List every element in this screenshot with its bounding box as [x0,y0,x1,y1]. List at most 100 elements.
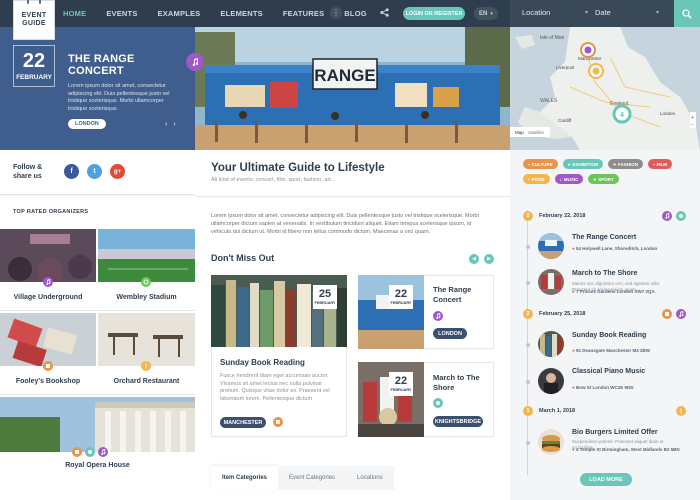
organizer-name[interactable]: Orchard Restaurant [98,378,195,385]
organizer-name[interactable]: Fooley's Bookshop [0,378,96,385]
section-divider [195,196,510,197]
food-category-icon[interactable] [676,406,686,416]
event-location-button[interactable]: LONDON [433,328,467,339]
tab-item-categories[interactable]: Item Categories [211,466,279,490]
music-category-icon[interactable] [676,309,686,319]
organizer-photo[interactable] [0,397,195,452]
organizer-name[interactable]: Wembley Stadium [98,294,195,301]
featured-location-button[interactable]: MANCHESTER [220,417,266,428]
google-plus-button[interactable]: g+ [110,164,125,179]
music-category-icon[interactable] [43,277,53,287]
date-select[interactable]: Date ▾ [595,8,659,17]
language-value: EN [479,10,488,17]
timeline-date: February 25, 2018 [539,311,586,317]
location-text: Bow St London WC2E 9DD [575,385,634,390]
twitter-button[interactable]: t [87,164,102,179]
filter-exhibition[interactable]: ● EXHIBITION [562,159,604,169]
exhibition-category-icon[interactable] [676,211,686,221]
event-day: 22 [394,375,408,387]
organizers-heading: TOP RATED ORGANIZERS [13,209,89,215]
organizer-name[interactable]: Village Underground [0,294,96,301]
organizer-photo[interactable] [98,229,195,282]
music-category-icon[interactable] [98,447,108,457]
chevron-down-icon: ▾ [655,10,659,16]
event-card-title[interactable]: March to The Shore [433,373,488,393]
event-thumbnail[interactable] [538,331,564,357]
tab-event-categories[interactable]: Event Categories [278,466,347,490]
music-category-icon[interactable] [662,211,672,221]
music-category-icon[interactable] [433,311,443,321]
nav-elements[interactable]: ELEMENTS [220,9,262,18]
event-card-title[interactable]: The Range Concert [433,285,488,305]
tab-locations[interactable]: Locations [346,466,394,490]
timeline-event-title[interactable]: Classical Piano Music [572,368,645,375]
chevron-right-icon[interactable]: › [173,121,181,128]
map-cluster-count[interactable]: 4 [620,112,624,119]
page-subtitle: All kind of events: concert, film, sport… [211,177,334,183]
event-thumbnail[interactable] [538,368,564,394]
load-more-button[interactable]: LOAD MORE [580,473,632,486]
filter-fashion[interactable]: ♥ FASHION [608,159,643,169]
events-map[interactable]: Isle of Man Manchester Liverpool WALES E… [510,27,700,150]
filter-film[interactable]: ▪ FILM [647,159,673,169]
organizer-photo[interactable] [0,229,96,282]
logo-line-2: GUIDE [22,20,46,27]
event-guide-logo[interactable]: EVENT GUIDE [13,0,55,40]
featured-month: FEBRUARY [314,301,336,305]
filter-culture[interactable]: ▪ CULTURE [523,159,558,169]
facebook-button[interactable]: f [64,164,79,179]
map-label: Liverpool [556,65,574,70]
location-pin-icon: ● [572,348,575,353]
event-thumbnail[interactable] [538,269,564,295]
hero-photo: RANGE [195,27,510,150]
language-select[interactable]: EN ▾ [474,7,498,20]
share-icon[interactable] [380,8,389,19]
filter-music[interactable]: ♪ MUSIC [554,174,584,184]
timeline-event-location: ● 4 Temple St Birmingham, West Midlands … [572,447,680,452]
organizer-photo[interactable] [98,313,195,366]
carousel-next-button[interactable]: ▶ [484,254,494,264]
nav-examples[interactable]: EXAMPLES [158,9,201,18]
timeline-event-title[interactable]: Sunday Book Reading [572,332,646,339]
map-tab-map[interactable]: Map [515,130,524,135]
more-menu-icon[interactable]: ⋮ [330,7,342,19]
map-tab-satellite[interactable]: Satellite [528,130,545,135]
nav-events[interactable]: EVENTS [106,9,137,18]
culture-category-icon[interactable] [72,447,82,457]
timeline-event-title[interactable]: March to The Shore [572,270,637,277]
timeline-event-title[interactable]: The Range Concert [572,234,636,241]
filter-label: CULTURE [531,161,553,167]
filter-food[interactable]: ▪ FOOD [523,174,550,184]
login-register-button[interactable]: LOGIN OR REGISTER [403,7,465,20]
sport-category-icon[interactable] [141,277,151,287]
location-select[interactable]: Location ▾ [522,8,588,17]
carousel-prev-button[interactable]: ◀ [469,254,479,264]
nav-features[interactable]: FEATURES [283,9,324,18]
timeline-dot [526,343,530,347]
event-date-badge: 22 FEBRUARY [389,372,413,396]
exhibition-category-icon[interactable] [85,447,95,457]
culture-category-icon[interactable] [273,417,283,427]
culture-icon: ▪ [528,161,530,167]
featured-event-title[interactable]: Sunday Book Reading [220,358,305,367]
nav-blog[interactable]: BLOG [344,9,366,18]
hero-location-button[interactable]: LONDON [68,119,106,129]
exhibition-category-icon[interactable] [433,398,443,408]
event-thumbnail[interactable] [538,233,564,259]
nav-home[interactable]: HOME [63,9,86,18]
filter-sport[interactable]: ● SPORT [588,174,619,184]
organizer-photo[interactable] [0,313,96,366]
hero-title[interactable]: THE RANGE CONCERT [68,53,193,77]
event-location-button[interactable]: KNIGHTSBRIDGE [433,416,483,427]
food-category-icon[interactable] [141,361,151,371]
search-button[interactable] [674,0,700,27]
event-thumbnail[interactable] [538,429,564,455]
organizer-name[interactable]: Royal Opera House [0,462,195,469]
featured-date-badge: 25 FEBRUARY [313,285,337,309]
culture-category-icon[interactable] [43,361,53,371]
hero-slider-arrows[interactable]: ‹› [165,121,182,128]
svg-text:−: − [691,122,694,128]
timeline-event-title[interactable]: Bio Burgers Limited Offer [572,429,658,436]
music-category-icon[interactable] [186,53,204,71]
culture-category-icon[interactable] [662,309,672,319]
